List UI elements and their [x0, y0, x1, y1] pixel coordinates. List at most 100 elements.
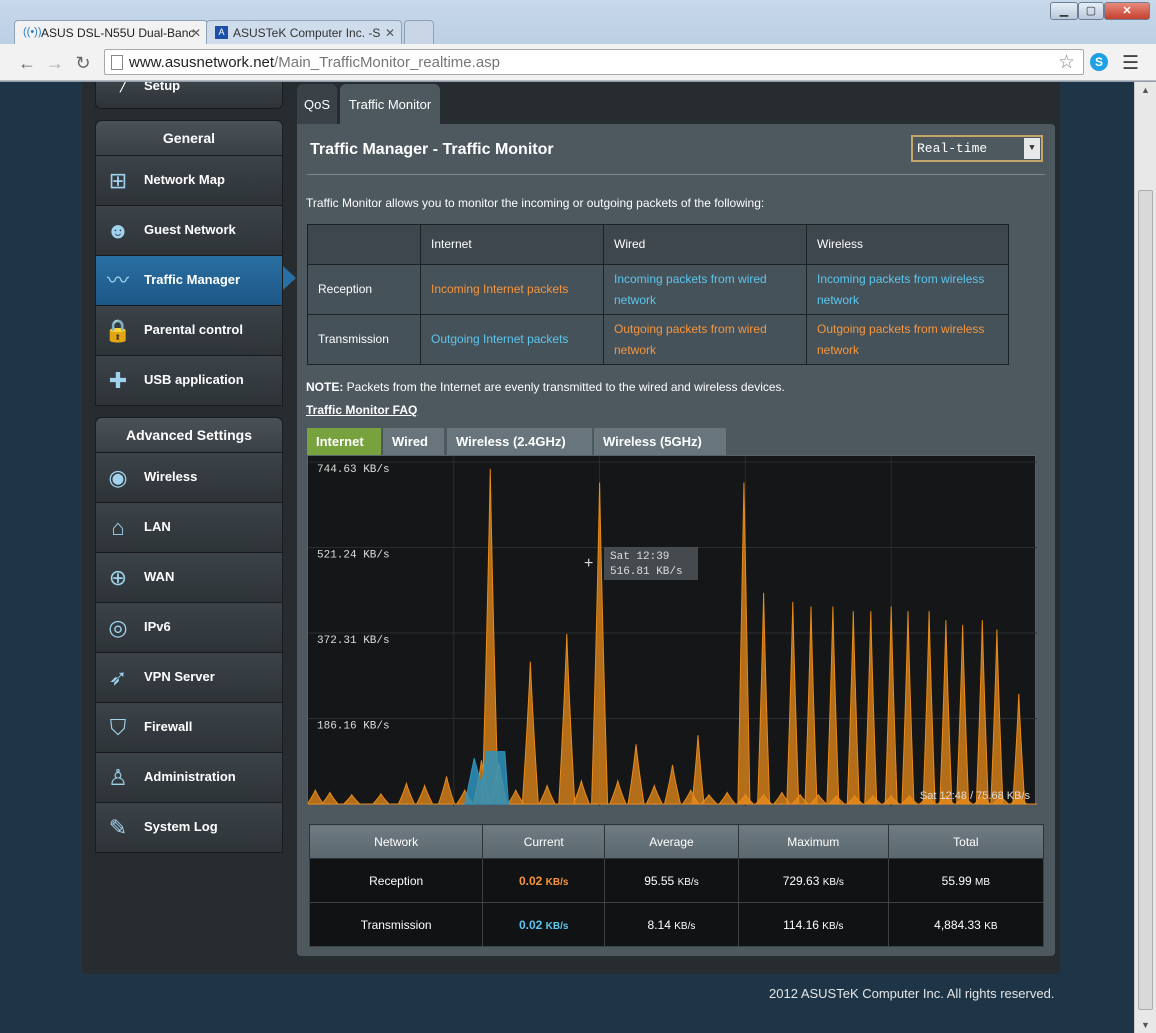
sidebar-item-label: System Log [144, 819, 218, 834]
stats-current: 0.02 KB/s [482, 902, 606, 947]
url-input[interactable]: www.asusnetwork.net/Main_TrafficMonitor_… [104, 49, 1084, 75]
scroll-up-icon[interactable]: ▲ [1141, 85, 1150, 95]
sidebar-item-network-map[interactable]: ⊞ Network Map [96, 155, 282, 205]
sidebar-item-ipv6[interactable]: ◎ IPv6 [96, 602, 282, 652]
faq-link[interactable]: Traffic Monitor FAQ [306, 403, 417, 417]
sidebar-item-administration[interactable]: ♙ Administration [96, 752, 282, 802]
y-tick-label: 186.16 KB/s [317, 720, 390, 732]
back-icon[interactable]: ← [16, 52, 38, 74]
table-cell: Incoming packets from wireless network [806, 264, 1009, 315]
traffic-manager-icon: 〰 [106, 268, 129, 293]
stats-header: Total [887, 824, 1045, 859]
sidebar-item-traffic-manager[interactable]: 〰 Traffic Manager [96, 255, 282, 305]
sidebar-header-general: General [96, 121, 282, 155]
copyright-text: 2012 ASUSTeK Computer Inc. All rights re… [769, 986, 1055, 1001]
log-icon: ✎ [108, 815, 128, 840]
tooltip-time: Sat 12:39 [610, 551, 669, 563]
graph-tab-internet[interactable]: Internet [307, 428, 381, 455]
router-frame: ╱ Setup General ⊞ Network Map ☻ Guest Netwo… [82, 82, 1060, 974]
ipv6-icon: ◎ [108, 615, 128, 640]
scrollbar[interactable]: ▲ ▼ [1134, 82, 1156, 1033]
globe-icon: ⊕ [108, 565, 128, 590]
scroll-down-icon[interactable]: ▼ [1141, 1020, 1150, 1030]
sidebar-item-label: Guest Network [144, 222, 236, 237]
stats-maximum: 729.63 KB/s [737, 858, 889, 903]
table-cell: Incoming packets from wired network [603, 264, 807, 315]
wifi-icon: ◉ [108, 465, 128, 490]
sidebar-item-label: Parental control [144, 322, 243, 337]
page-title: Traffic Manager - Traffic Monitor [310, 141, 554, 158]
graph-tab-wireless-24[interactable]: Wireless (2.4GHz) [447, 428, 592, 455]
stats-average: 95.55 KB/s [604, 858, 739, 903]
stats-total: 4,884.33 KB [887, 902, 1045, 947]
series-transmission-area [464, 751, 510, 805]
traffic-graph[interactable]: 744.63 KB/s 521.24 KB/s 372.31 KB/s 186.16 … [307, 455, 1037, 806]
bookmark-star-icon[interactable]: ☆ [1058, 51, 1075, 74]
sidebar-item-label: Firewall [144, 719, 193, 734]
sidebar-item-usb-application[interactable]: ✚ USB application [96, 355, 282, 405]
sidebar-item-lan[interactable]: ⌂ LAN [96, 502, 282, 552]
browser-window: ((•)) ASUS DSL-N55U Dual-Banc ✕ A ASUSTe… [0, 0, 1156, 1033]
sidebar-item-guest-network[interactable]: ☻ Guest Network [96, 205, 282, 255]
puzzle-icon: ✚ [108, 368, 128, 393]
graph-footer-text: Sat 12:48 / 75.68 KB/s [920, 790, 1031, 802]
sidebar-item-label: Setup [144, 82, 181, 93]
series-reception-spikes [308, 482, 1037, 805]
shield-icon: ⛉ [109, 715, 127, 740]
stats-row-transmission: Transmission 0.02 KB/s 8.14 KB/s 114.16 … [308, 902, 1045, 947]
sidebar-item-wan[interactable]: ⊕ WAN [96, 552, 282, 602]
y-tick-label: 521.24 KB/s [317, 550, 390, 562]
sidebar-item-label: Wireless [144, 469, 198, 484]
close-icon[interactable]: ✕ [385, 21, 395, 44]
stats-row-reception: Reception 0.02 KB/s 95.55 KB/s 729.63 KB… [308, 858, 1045, 903]
tab-traffic-monitor[interactable]: Traffic Monitor [340, 84, 440, 126]
close-icon[interactable]: ✕ [191, 21, 201, 44]
table-cell: Outgoing packets from wired network [603, 314, 807, 365]
tab-qos[interactable]: QoS [297, 84, 337, 126]
row-header: Reception [307, 264, 421, 315]
table-header: Wired [603, 224, 807, 265]
browser-tab-asus[interactable]: A ASUSTeK Computer Inc. -S ✕ [206, 20, 402, 44]
browser-tab-router[interactable]: ((•)) ASUS DSL-N55U Dual-Banc ✕ [14, 20, 208, 44]
sidebar-item-system-log[interactable]: ✎ System Log [96, 802, 282, 852]
new-tab-button[interactable] [404, 20, 434, 44]
sidebar-item-wireless[interactable]: ◉ Wireless [96, 452, 282, 502]
chevron-down-icon[interactable]: ▼ [1024, 138, 1040, 159]
active-indicator [283, 266, 296, 290]
mode-select[interactable]: Real-time ▼ [911, 135, 1043, 162]
graph-tab-wireless-5[interactable]: Wireless (5GHz) [594, 428, 726, 455]
stats-average: 8.14 KB/s [604, 902, 739, 947]
reload-icon[interactable]: ↻ [72, 52, 94, 74]
table-cell: Outgoing Internet packets [420, 314, 604, 365]
skype-icon[interactable]: S [1090, 53, 1108, 71]
traffic-graph-svg: 744.63 KB/s 521.24 KB/s 372.31 KB/s 186.16 … [308, 456, 1037, 806]
stats-current: 0.02 KB/s [482, 858, 606, 903]
table-cell: Outgoing packets from wireless network [806, 314, 1009, 365]
sidebar-advanced: Advanced Settings ◉ Wireless ⌂ LAN ⊕ WAN ◎ IPv6… [95, 417, 283, 853]
scrollbar-thumb[interactable] [1138, 190, 1153, 1010]
stats-maximum: 114.16 KB/s [737, 902, 889, 947]
sidebar-item-parental-control[interactable]: 🔒 Parental control [96, 305, 282, 355]
table-cell: Incoming Internet packets [420, 264, 604, 315]
stats-total: 55.99 MB [887, 858, 1045, 903]
sidebar-item-firewall[interactable]: ⛉ Firewall [96, 702, 282, 752]
sidebar-item-label: Network Map [144, 172, 225, 187]
menu-icon[interactable]: ☰ [1122, 52, 1139, 75]
maximize-button[interactable]: ▢ [1078, 2, 1104, 20]
stats-header: Average [604, 824, 739, 859]
sidebar-item-setup[interactable]: ╱ Setup [95, 82, 283, 109]
crosshair-icon: + [584, 555, 593, 572]
sidebar-item-label: Traffic Manager [144, 272, 241, 287]
wand-icon: ╱ [120, 82, 129, 92]
note-text: NOTE: Packets from the Internet are even… [306, 380, 785, 394]
forward-icon[interactable]: → [44, 52, 66, 74]
minimize-button[interactable]: ▁ [1050, 2, 1078, 20]
page-viewport: ╱ Setup General ⊞ Network Map ☻ Guest Netwo… [0, 82, 1134, 1033]
sidebar-item-vpn-server[interactable]: ➶ VPN Server [96, 652, 282, 702]
home-icon: ⌂ [111, 515, 125, 540]
vpn-icon: ➶ [108, 665, 128, 690]
stats-header: Current [482, 824, 606, 859]
asus-tab-icon: A [215, 26, 228, 39]
close-window-button[interactable]: ✕ [1104, 2, 1150, 20]
graph-tab-wired[interactable]: Wired [383, 428, 444, 455]
